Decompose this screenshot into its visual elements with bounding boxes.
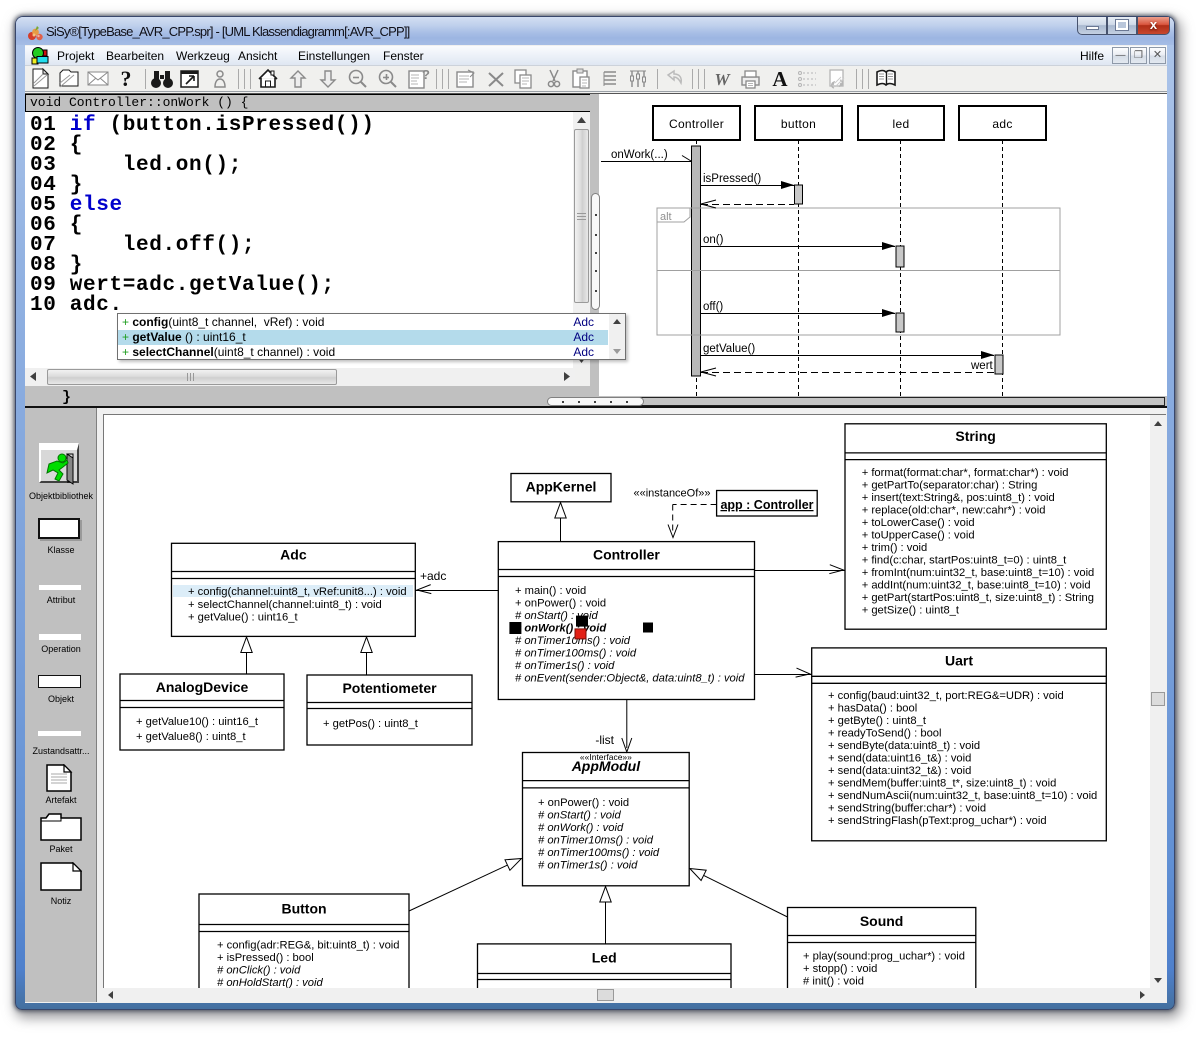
svg-text:+ readyToSend() : bool: + readyToSend() : bool: [828, 728, 942, 740]
svg-text:app : Controller: app : Controller: [720, 498, 813, 512]
svg-text:alt: alt: [660, 211, 672, 223]
svg-text:# init() : void: # init() : void: [803, 976, 864, 988]
svg-text:+adc: +adc: [420, 569, 446, 583]
svg-text:+ getPartTo(separator:char) :: + getPartTo(separator:char) : String: [862, 480, 1038, 492]
svg-text:+ format(format:char*, format:: + format(format:char*, format:char*) : v…: [862, 467, 1069, 479]
svg-text:+ trim() : void: + trim() : void: [862, 542, 928, 554]
svg-text:Sound: Sound: [860, 913, 904, 929]
svg-text:A: A: [772, 67, 788, 91]
svg-text:AnalogDevice: AnalogDevice: [156, 679, 249, 695]
svg-text:Uart: Uart: [945, 653, 973, 669]
svg-text:+ send(data:uint16_t&) : void: + send(data:uint16_t&) : void: [828, 753, 971, 765]
svg-text:+ replace(old:char*, new:cahr*: + replace(old:char*, new:cahr*) : void: [862, 505, 1046, 517]
svg-text:# onTimer10ms() : void: # onTimer10ms() : void: [515, 635, 631, 647]
svg-text:+ onPower() : void: + onPower() : void: [538, 797, 629, 809]
svg-text:Button: Button: [281, 901, 326, 917]
svg-text:+ getValue8() : uint8_t: + getValue8() : uint8_t: [136, 731, 246, 743]
svg-text:led: led: [893, 117, 910, 131]
svg-text:# onTimer1s() : void: # onTimer1s() : void: [515, 660, 615, 672]
svg-text:+ getPos() : uint8_t: + getPos() : uint8_t: [323, 718, 419, 730]
svg-text:Adc: Adc: [280, 547, 307, 563]
svg-text:# onWork() : void: # onWork() : void: [538, 822, 624, 834]
svg-text:# onClick() : void: # onClick() : void: [217, 965, 301, 977]
svg-text:# onHoldStart() : void: # onHoldStart() : void: [217, 977, 323, 988]
svg-text:button: button: [781, 117, 816, 131]
svg-text:+ sendString(buffer:char*) : v: + sendString(buffer:char*) : void: [828, 803, 986, 815]
svg-text:String: String: [955, 428, 995, 444]
svg-text:-list: -list: [595, 733, 614, 747]
svg-text:+ getByte() : uint8_t: + getByte() : uint8_t: [828, 715, 927, 727]
svg-text:adc: adc: [992, 117, 1012, 131]
svg-text:on(): on(): [703, 234, 724, 246]
svg-text:# onEvent(sender:Object&, data: # onEvent(sender:Object&, data:uint8_t) …: [515, 673, 745, 685]
svg-text:+ main() : void: + main() : void: [515, 585, 586, 597]
svg-text:getValue(): getValue(): [703, 343, 755, 355]
svg-text:Led: Led: [592, 950, 617, 966]
svg-text:# onTimer10ms() : void: # onTimer10ms() : void: [538, 835, 654, 847]
svg-text:Controller: Controller: [669, 117, 724, 131]
svg-text:+ hasData() : bool: + hasData() : bool: [828, 703, 917, 715]
svg-text:+ config(channel:uint8_t, vRef: + config(channel:uint8_t, vRef:unit8...)…: [188, 586, 407, 598]
svg-text:# onStart() : void: # onStart() : void: [538, 810, 621, 822]
svg-text:+ send(data:uint32_t&) : void: + send(data:uint32_t&) : void: [828, 765, 971, 777]
svg-text:+ insert(text:String&, pos:uin: + insert(text:String&, pos:uint8_t) : vo…: [862, 492, 1055, 504]
svg-text:onWork(...): onWork(...): [611, 149, 668, 161]
svg-text:# onTimer100ms() : void: # onTimer100ms() : void: [538, 847, 660, 859]
svg-text:+ find(c:char, startPos:uint8_: + find(c:char, startPos:uint8_t=0) : uin…: [862, 555, 1067, 567]
svg-text:isPressed(): isPressed(): [703, 173, 761, 185]
svg-text:W: W: [714, 70, 731, 89]
svg-text:+ sendStringFlash(pText:prog_u: + sendStringFlash(pText:prog_uchar*) : v…: [828, 815, 1047, 827]
svg-text:+ addInt(num:uint32_t, base:ui: + addInt(num:uint32_t, base:uint8_t=10) …: [862, 580, 1091, 592]
svg-text:Potentiometer: Potentiometer: [342, 680, 437, 696]
svg-text:+ config(baud:uint32_t, port:R: + config(baud:uint32_t, port:REG&=UDR) :…: [828, 690, 1064, 702]
svg-text:+ stopp() : void: + stopp() : void: [803, 963, 877, 975]
svg-text:+ sendNumAscii(num:uint32_t, b: + sendNumAscii(num:uint32_t, base:uint8_…: [828, 790, 1097, 802]
svg-text:+ onPower() : void: + onPower() : void: [515, 598, 606, 610]
svg-text:+ selectChannel(channel:uint8_: + selectChannel(channel:uint8_t) : void: [188, 599, 382, 611]
svg-text:+ isPressed() : bool: + isPressed() : bool: [217, 952, 314, 964]
svg-text:+ toLowerCase() : void: + toLowerCase() : void: [862, 517, 975, 529]
svg-text:+ getPart(startPos:uint8_t, si: + getPart(startPos:uint8_t, size:uint8_t…: [862, 592, 1094, 604]
svg-text:Controller: Controller: [593, 547, 660, 563]
svg-text:+ toUpperCase() : void: + toUpperCase() : void: [862, 530, 975, 542]
svg-text:wert: wert: [970, 360, 994, 372]
svg-text:# onTimer1s() : void: # onTimer1s() : void: [538, 860, 638, 872]
svg-text:+ config(adr:REG&, bit:uint8_t: + config(adr:REG&, bit:uint8_t) : void: [217, 940, 400, 952]
svg-text:AppModul: AppModul: [571, 758, 642, 774]
svg-text:««instanceOf»»: ««instanceOf»»: [633, 488, 710, 500]
svg-text:+ sendByte(data:uint8_t) : voi: + sendByte(data:uint8_t) : void: [828, 740, 980, 752]
svg-text:off(): off(): [703, 301, 723, 313]
svg-text:+ getSize() : uint8_t: + getSize() : uint8_t: [862, 605, 960, 617]
svg-text:+ fromInt(num:uint32_t, base:u: + fromInt(num:uint32_t, base:uint8_t=10)…: [862, 567, 1095, 579]
svg-text:# onTimer100ms() : void: # onTimer100ms() : void: [515, 648, 637, 660]
svg-text:+ getValue() : uint16_t: + getValue() : uint16_t: [188, 612, 298, 624]
svg-text:AppKernel: AppKernel: [526, 479, 597, 495]
svg-text:# onWork() : void: # onWork() : void: [515, 623, 607, 635]
svg-text:+ getValue10() : uint16_t: + getValue10() : uint16_t: [136, 716, 259, 728]
svg-text:+ sendMem(buffer:uint8_t*, siz: + sendMem(buffer:uint8_t*, size:uint8_t)…: [828, 778, 1056, 790]
svg-text:+ play(sound:prog_uchar*) : vo: + play(sound:prog_uchar*) : void: [803, 951, 965, 963]
svg-text:?: ?: [422, 67, 430, 82]
svg-text:?: ?: [121, 67, 132, 91]
